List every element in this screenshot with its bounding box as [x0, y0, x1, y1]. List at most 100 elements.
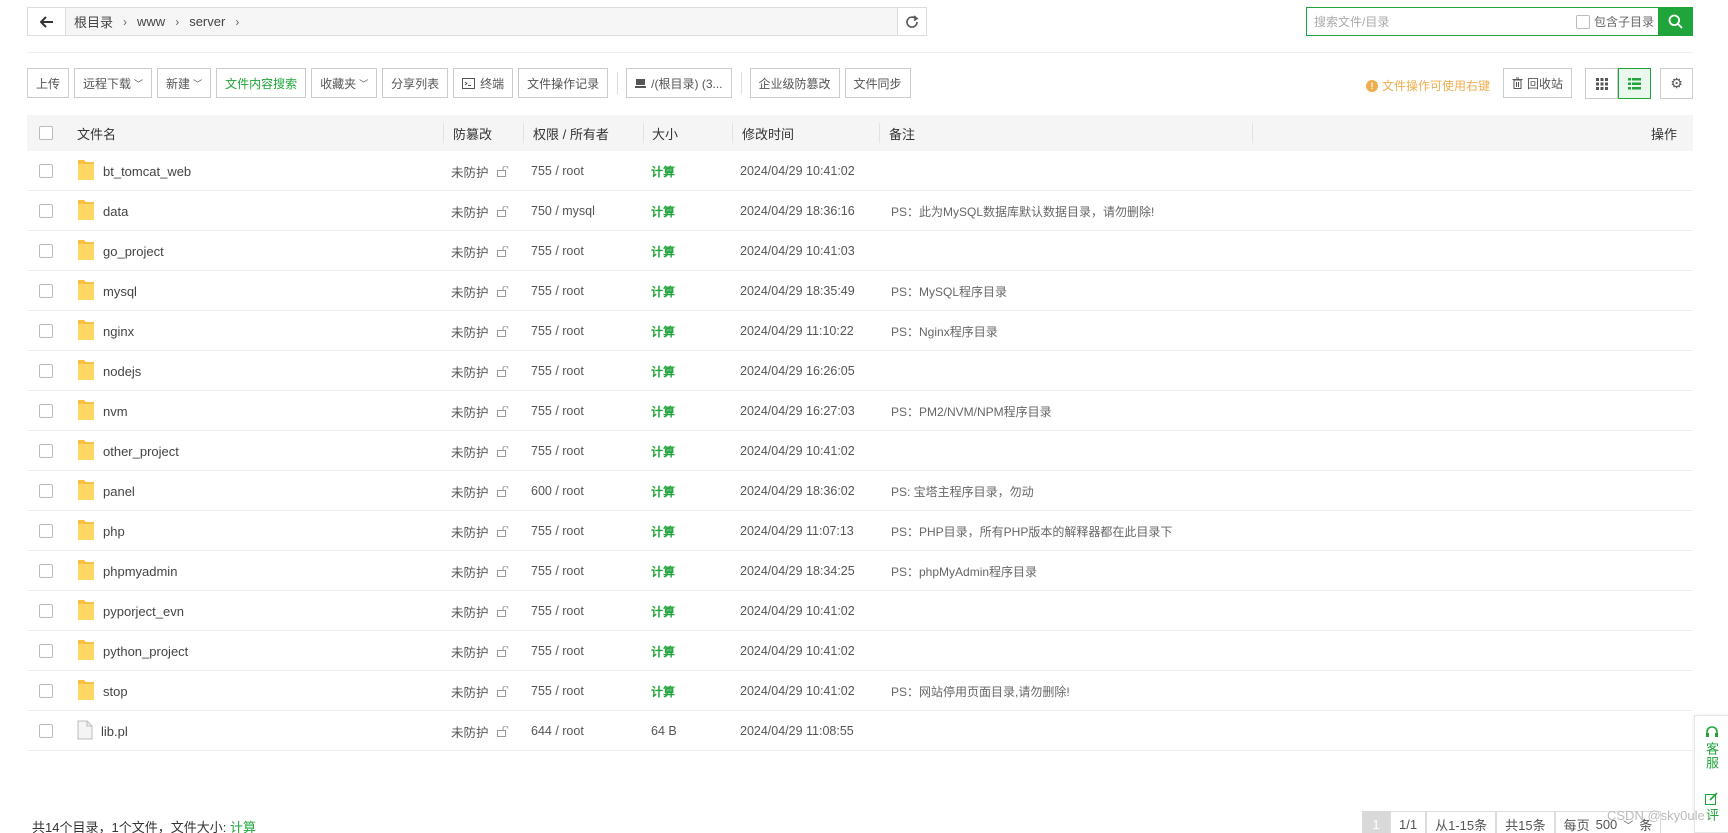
file-name[interactable]: bt_tomcat_web: [103, 164, 191, 179]
protect-status[interactable]: 未防护: [451, 322, 489, 341]
table-row[interactable]: stop 未防护 755 / root 计算 2024/04/29 10:41:…: [27, 671, 1693, 711]
protect-status[interactable]: 未防护: [451, 522, 489, 541]
unlock-icon[interactable]: [496, 325, 509, 337]
permission-cell[interactable]: 755 / root: [531, 271, 584, 311]
unlock-icon[interactable]: [496, 645, 509, 657]
header-protect[interactable]: 防篡改: [453, 115, 492, 151]
table-row[interactable]: nodejs 未防护 755 / root 计算 2024/04/29 16:2…: [27, 351, 1693, 391]
unlock-icon[interactable]: [496, 405, 509, 417]
share-list-button[interactable]: 分享列表: [382, 68, 449, 98]
unlock-icon[interactable]: [496, 565, 509, 577]
note-cell[interactable]: PS: 宝塔主程序目录，勿动: [891, 471, 1034, 511]
row-checkbox[interactable]: [39, 284, 53, 298]
size-cell[interactable]: 计算: [651, 671, 675, 711]
search-button[interactable]: [1658, 7, 1693, 36]
row-checkbox[interactable]: [39, 724, 53, 738]
unlock-icon[interactable]: [496, 245, 509, 257]
header-size[interactable]: 大小: [652, 115, 678, 151]
protect-status[interactable]: 未防护: [451, 202, 489, 221]
note-cell[interactable]: PS：PHP目录，所有PHP版本的解释器都在此目录下: [891, 511, 1172, 551]
file-name[interactable]: nginx: [103, 324, 134, 339]
terminal-button[interactable]: 终端: [453, 68, 514, 98]
enterprise-protect-button[interactable]: 企业级防篡改: [749, 68, 840, 98]
file-sync-button[interactable]: 文件同步: [844, 68, 911, 98]
permission-cell[interactable]: 755 / root: [531, 391, 584, 431]
list-view-button[interactable]: [1618, 68, 1651, 99]
file-name[interactable]: phpmyadmin: [103, 564, 177, 579]
permission-cell[interactable]: 600 / root: [531, 471, 584, 511]
row-checkbox[interactable]: [39, 444, 53, 458]
remote-download-button[interactable]: 远程下载 ﹀: [74, 68, 153, 98]
permission-cell[interactable]: 755 / root: [531, 351, 584, 391]
table-row[interactable]: go_project 未防护 755 / root 计算 2024/04/29 …: [27, 231, 1693, 271]
permission-cell[interactable]: 644 / root: [531, 711, 584, 751]
permission-cell[interactable]: 755 / root: [531, 311, 584, 351]
note-cell[interactable]: PS：MySQL程序目录: [891, 271, 1007, 311]
size-cell[interactable]: 计算: [651, 191, 675, 231]
protect-status[interactable]: 未防护: [451, 682, 489, 701]
size-cell[interactable]: 计算: [651, 351, 675, 391]
operation-log-button[interactable]: 文件操作记录: [518, 68, 609, 98]
size-cell[interactable]: 计算: [651, 471, 675, 511]
table-row[interactable]: phpmyadmin 未防护 755 / root 计算 2024/04/29 …: [27, 551, 1693, 591]
size-cell[interactable]: 64 B: [651, 711, 677, 751]
unlock-icon[interactable]: [496, 285, 509, 297]
file-name[interactable]: python_project: [103, 644, 188, 659]
unlock-icon[interactable]: [496, 485, 509, 497]
back-button[interactable]: [28, 8, 66, 35]
include-subdir-checkbox[interactable]: [1575, 14, 1590, 29]
unlock-icon[interactable]: [496, 445, 509, 457]
unlock-icon[interactable]: [496, 205, 509, 217]
note-cell[interactable]: PS：Nginx程序目录: [891, 311, 998, 351]
file-name[interactable]: lib.pl: [101, 724, 128, 739]
file-name[interactable]: other_project: [103, 444, 179, 459]
file-name[interactable]: php: [103, 524, 125, 539]
unlock-icon[interactable]: [496, 605, 509, 617]
grid-view-button[interactable]: [1585, 68, 1618, 99]
favorites-button[interactable]: 收藏夹 ﹀: [311, 68, 378, 98]
row-checkbox[interactable]: [39, 204, 53, 218]
permission-cell[interactable]: 755 / root: [531, 431, 584, 471]
size-cell[interactable]: 计算: [651, 631, 675, 671]
row-checkbox[interactable]: [39, 564, 53, 578]
row-checkbox[interactable]: [39, 644, 53, 658]
row-checkbox[interactable]: [39, 604, 53, 618]
recycle-bin-button[interactable]: 回收站: [1503, 68, 1573, 98]
size-cell[interactable]: 计算: [651, 591, 675, 631]
upload-button[interactable]: 上传: [27, 68, 70, 98]
file-name[interactable]: mysql: [103, 284, 137, 299]
file-name[interactable]: go_project: [103, 244, 164, 259]
unlock-icon[interactable]: [496, 725, 509, 737]
file-name[interactable]: stop: [103, 684, 128, 699]
protect-status[interactable]: 未防护: [451, 362, 489, 381]
unlock-icon[interactable]: [496, 525, 509, 537]
permission-cell[interactable]: 750 / mysql: [531, 191, 595, 231]
protect-status[interactable]: 未防护: [451, 562, 489, 581]
row-checkbox[interactable]: [39, 524, 53, 538]
unlock-icon[interactable]: [496, 365, 509, 377]
protect-status[interactable]: 未防护: [451, 282, 489, 301]
size-cell[interactable]: 计算: [651, 391, 675, 431]
table-row[interactable]: python_project 未防护 755 / root 计算 2024/04…: [27, 631, 1693, 671]
note-cell[interactable]: PS：phpMyAdmin程序目录: [891, 551, 1037, 591]
refresh-button[interactable]: [897, 8, 926, 35]
select-all-checkbox[interactable]: [39, 126, 53, 140]
size-cell[interactable]: 计算: [651, 311, 675, 351]
size-cell[interactable]: 计算: [651, 431, 675, 471]
row-checkbox[interactable]: [39, 404, 53, 418]
row-checkbox[interactable]: [39, 244, 53, 258]
permission-cell[interactable]: 755 / root: [531, 671, 584, 711]
page-current[interactable]: 1: [1362, 811, 1390, 833]
table-row[interactable]: mysql 未防护 755 / root 计算 2024/04/29 18:35…: [27, 271, 1693, 311]
new-button[interactable]: 新建 ﹀: [157, 68, 212, 98]
size-cell[interactable]: 计算: [651, 231, 675, 271]
permission-cell[interactable]: 755 / root: [531, 511, 584, 551]
permission-cell[interactable]: 755 / root: [531, 151, 584, 191]
protect-status[interactable]: 未防护: [451, 162, 489, 181]
search-input[interactable]: [1307, 8, 1576, 35]
file-name[interactable]: panel: [103, 484, 135, 499]
protect-status[interactable]: 未防护: [451, 482, 489, 501]
file-name[interactable]: nvm: [103, 404, 128, 419]
file-name[interactable]: data: [103, 204, 128, 219]
table-row[interactable]: data 未防护 750 / mysql 计算 2024/04/29 18:36…: [27, 191, 1693, 231]
